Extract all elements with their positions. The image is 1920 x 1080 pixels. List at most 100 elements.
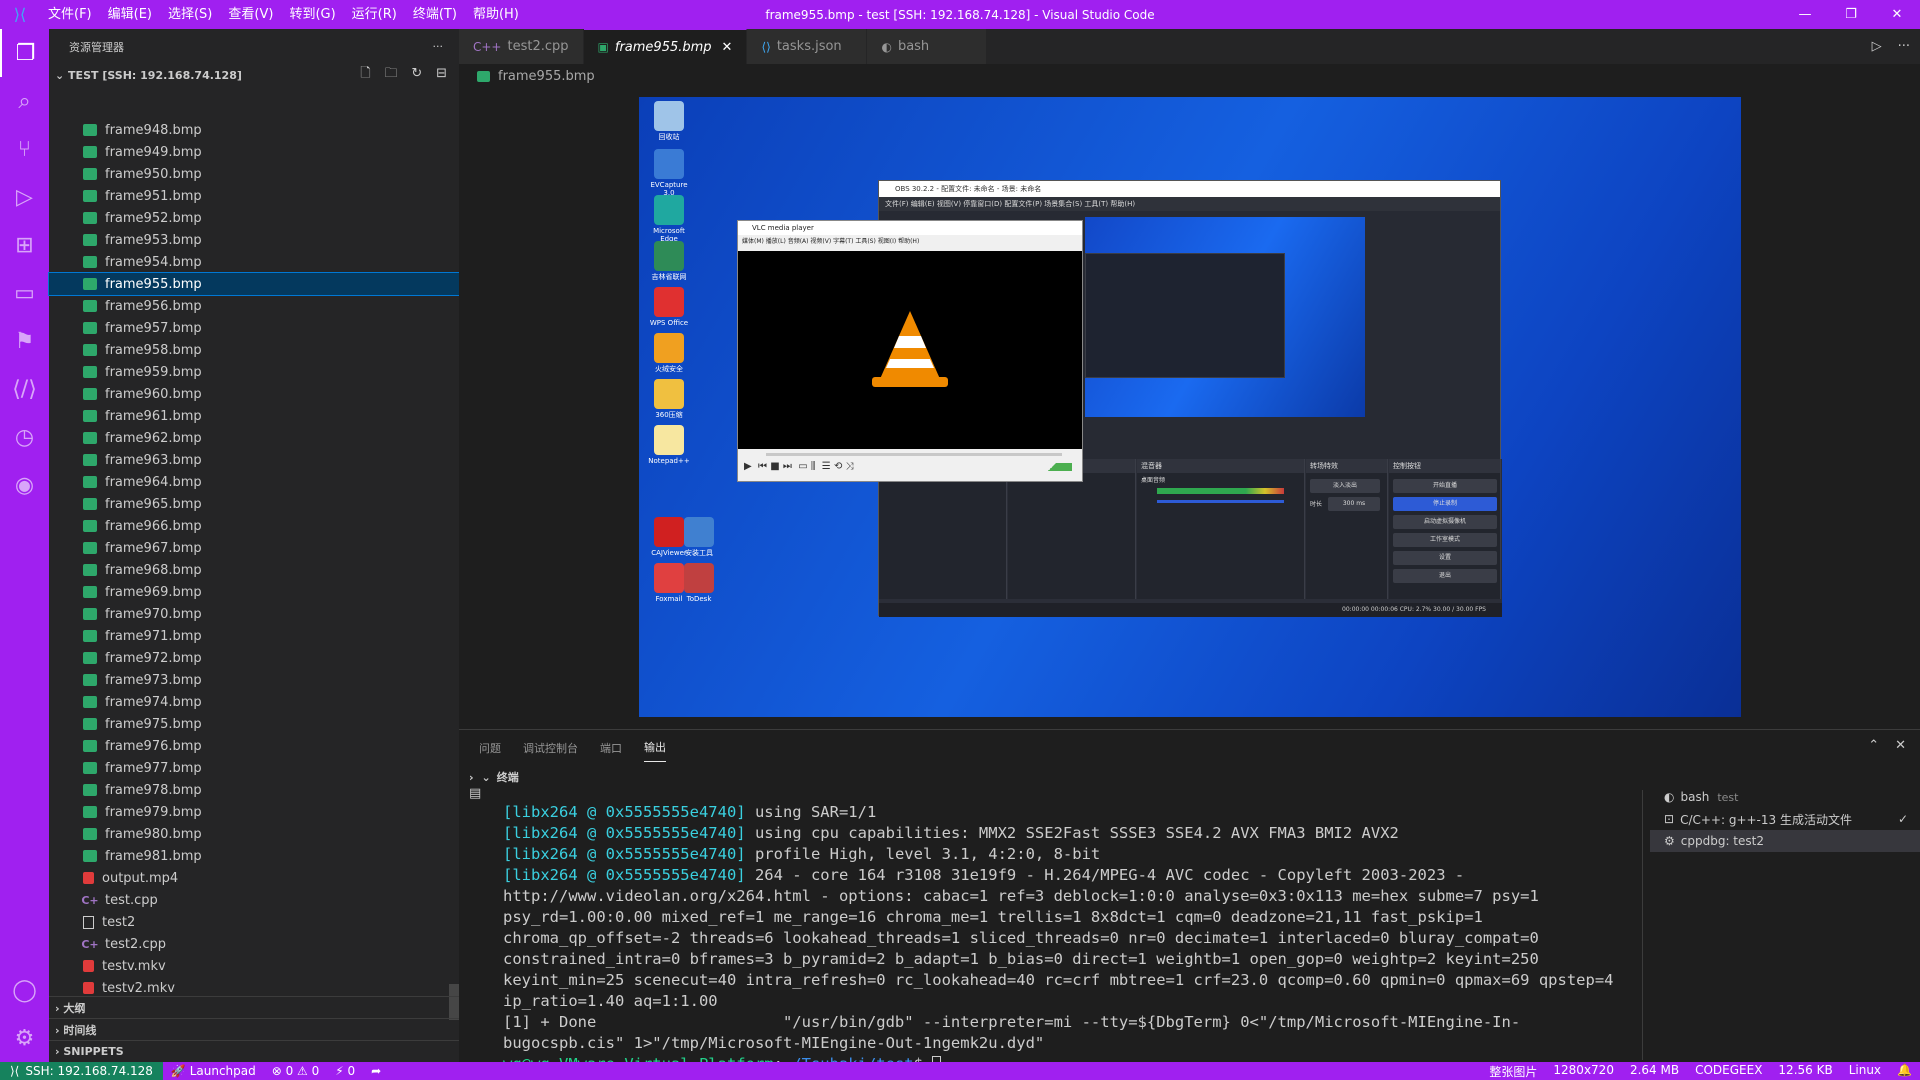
desktop-icon[interactable]: 360压缩 [647,379,691,419]
run-debug-icon[interactable]: ▷ [0,173,49,221]
menu-help[interactable]: 帮助(H) [465,0,527,29]
file-item[interactable]: test2 [49,911,459,933]
file-item[interactable]: frame976.bmp [49,735,459,757]
menu-selection[interactable]: 选择(S) [160,0,220,29]
file-item[interactable]: frame978.bmp [49,779,459,801]
volume-slider[interactable] [1157,500,1284,503]
file-item[interactable]: frame967.bmp [49,537,459,559]
more-actions-icon[interactable]: ··· [433,40,444,53]
file-item[interactable]: frame952.bmp [49,207,459,229]
collapse-all-icon[interactable]: ⊟ [436,66,447,81]
file-item[interactable]: frame979.bmp [49,801,459,823]
breadcrumb-label[interactable]: frame955.bmp [498,69,595,84]
file-item[interactable]: frame963.bmp [49,449,459,471]
file-item[interactable]: frame970.bmp [49,603,459,625]
stop-recording-button[interactable]: 停止录制 [1393,497,1497,511]
desktop-icon[interactable]: 回收站 [647,101,691,141]
tab-problems[interactable]: 问题 [479,734,501,762]
vlc-seek-bar[interactable] [766,453,1062,456]
timeline-section[interactable]: › 时间线 [49,1018,459,1040]
close-tab-icon[interactable]: ✕ [722,40,733,55]
terminal-scrollbar[interactable] [1642,790,1643,1060]
settings-button[interactable]: 设置 [1393,551,1497,565]
manage-gear-icon[interactable]: ⚙ [0,1014,49,1062]
exit-button[interactable]: 退出 [1393,569,1497,583]
file-item[interactable]: frame957.bmp [49,317,459,339]
snippets-section[interactable]: › SNIPPETS [49,1040,459,1062]
file-item[interactable]: C+ test2.cpp [49,933,459,955]
tab-tasks-json[interactable]: ⟨⟩ tasks.json [747,29,868,64]
studio-mode-button[interactable]: 工作室模式 [1393,533,1497,547]
live-share-icon[interactable]: ➦ [363,1064,389,1078]
file-item[interactable]: frame961.bmp [49,405,459,427]
file-item[interactable]: frame960.bmp [49,383,459,405]
tab-bash[interactable]: ◐ bash [867,29,988,64]
file-item[interactable]: frame972.bmp [49,647,459,669]
desktop-icon[interactable]: ToDesk [677,563,721,603]
tab-ports[interactable]: 端口 [600,734,622,762]
file-item[interactable]: frame962.bmp [49,427,459,449]
codegeex-status[interactable]: CODEGEEX [1687,1063,1770,1080]
start-virtual-camera-button[interactable]: 启动虚拟摄像机 [1393,515,1497,529]
timeline-icon[interactable]: ◷ [0,413,49,461]
new-folder-icon[interactable]: 🗀 [384,66,397,81]
explorer-icon[interactable]: ❐ [0,29,49,77]
tab-debug-console[interactable]: 调试控制台 [523,734,578,762]
desktop-icon[interactable]: EVCapture 3.0 [647,149,691,197]
file-item[interactable]: frame966.bmp [49,515,459,537]
file-item[interactable]: frame971.bmp [49,625,459,647]
desktop-icon[interactable]: 吉林省联网 [647,241,691,281]
file-item[interactable]: frame980.bmp [49,823,459,845]
source-control-icon[interactable]: ⑂ [0,125,49,173]
launchpad-button[interactable]: 🚀 Launchpad [163,1064,264,1078]
bookmark-icon[interactable]: ⚑ [0,317,49,365]
close-window-button[interactable]: ✕ [1874,0,1920,29]
desktop-icon[interactable]: Notepad++ [647,425,691,465]
menu-run[interactable]: 运行(R) [344,0,405,29]
file-item[interactable]: frame953.bmp [49,229,459,251]
outline-section[interactable]: › 大纲 [49,996,459,1018]
maximize-button[interactable]: ❐ [1828,0,1874,29]
problems-counter[interactable]: ⊗ 0 ⚠ 0 [264,1064,328,1078]
tab-output[interactable]: 输出 [644,733,666,762]
editor-more-icon[interactable]: ··· [1898,39,1910,54]
zoom-mode[interactable]: 整张图片 [1481,1063,1545,1080]
menu-view[interactable]: 查看(V) [220,0,281,29]
run-icon[interactable]: ▷ [1872,39,1882,54]
desktop-icon[interactable]: 火绒安全 [647,333,691,373]
file-item[interactable]: frame965.bmp [49,493,459,515]
vlc-volume-icon[interactable] [1032,463,1072,471]
minimize-button[interactable]: — [1782,0,1828,29]
duration-input[interactable]: 300 ms [1328,497,1380,511]
workspace-section[interactable]: ⌄ TEST [SSH: 192.168.74.128] 🗋 🗀 ↻ ⊟ [49,64,459,86]
tab-test2-cpp[interactable]: C++ test2.cpp [459,29,584,64]
terminal-output[interactable]: [libx264 @ 0x5555555e4740] using SAR=1/1… [503,802,1633,1075]
start-streaming-button[interactable]: 开始直播 [1393,479,1497,493]
file-item[interactable]: frame948.bmp [49,119,459,141]
ports-counter[interactable]: ⚡ 0 [327,1064,363,1078]
file-item[interactable]: frame977.bmp [49,757,459,779]
file-item[interactable]: output.mp4 [49,867,459,889]
github-icon[interactable]: ◉ [0,461,49,509]
file-item[interactable]: frame950.bmp [49,163,459,185]
new-file-icon[interactable]: 🗋 [360,66,370,81]
file-item[interactable]: frame969.bmp [49,581,459,603]
desktop-icon[interactable]: 安装工具 [677,517,721,557]
file-item[interactable]: frame974.bmp [49,691,459,713]
tab-frame955-bmp[interactable]: ▣ frame955.bmp ✕ [583,29,748,64]
file-item[interactable]: frame968.bmp [49,559,459,581]
search-icon[interactable]: ⌕ [0,77,49,125]
file-item[interactable]: C+ test.cpp [49,889,459,911]
file-item[interactable]: frame955.bmp [48,272,460,296]
menu-terminal[interactable]: 终端(T) [405,0,465,29]
file-item[interactable]: frame964.bmp [49,471,459,493]
terminal-instance[interactable]: ⚙ cppdbg: test2 [1650,830,1920,852]
close-panel-icon[interactable]: ✕ [1895,738,1906,753]
codegeex-icon[interactable]: ⟨/⟩ [0,365,49,413]
file-item[interactable]: frame951.bmp [49,185,459,207]
menu-go[interactable]: 转到(G) [281,0,343,29]
desktop-icon[interactable]: WPS Office [647,287,691,327]
terminal-instance[interactable]: ⊡ C/C++: g++-13 生成活动文件 ✓ [1650,808,1920,830]
remote-explorer-icon[interactable]: ▭ [0,269,49,317]
file-item[interactable]: frame956.bmp [49,295,459,317]
